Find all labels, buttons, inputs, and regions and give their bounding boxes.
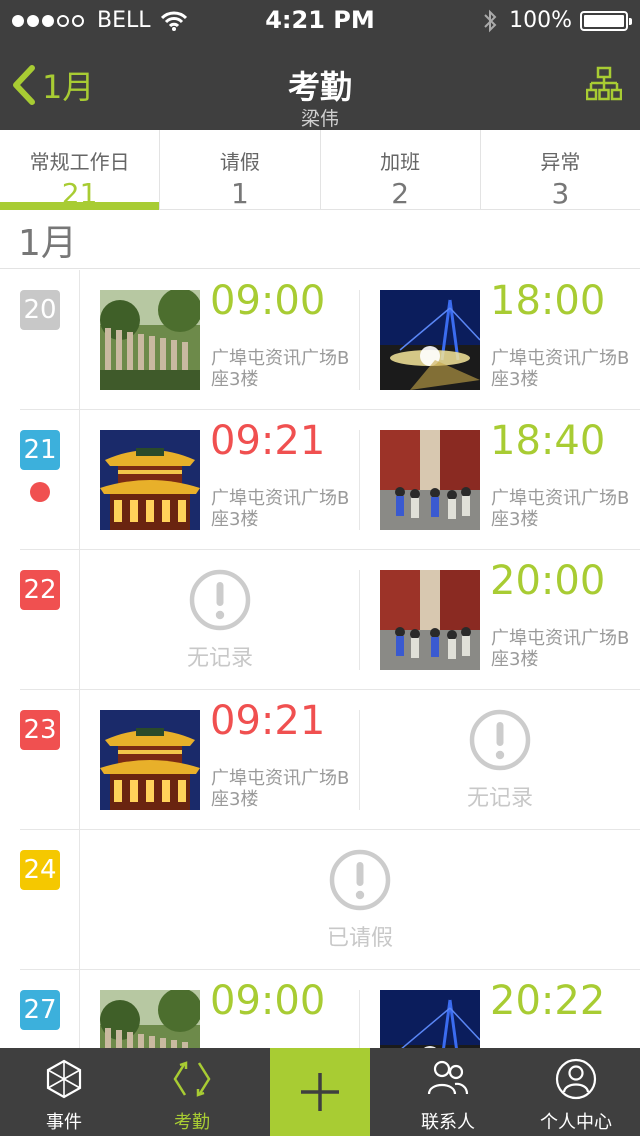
punch-photo[interactable] xyxy=(380,990,480,1048)
no-record-label: 无记录 xyxy=(186,646,253,671)
punch-photo[interactable] xyxy=(380,430,480,530)
punch-photo[interactable] xyxy=(100,290,200,390)
nav-bar: 1月 考勤 梁伟 xyxy=(0,40,640,130)
day-row[interactable]: 27 09:00 20:22 xyxy=(0,970,640,1048)
day-row[interactable]: 24 已请假 xyxy=(0,830,640,970)
summary-tabs: 常规工作日 21 请假 1 加班 2 异常 3 xyxy=(0,130,640,210)
punch-time: 09:00 xyxy=(210,978,326,1024)
battery-percent: 100% xyxy=(509,8,572,33)
no-record: 无记录 xyxy=(160,568,280,672)
tab-label: 事件 xyxy=(46,1112,82,1133)
tab-count: 21 xyxy=(61,177,98,210)
punch-time: 09:00 xyxy=(210,278,326,324)
attendance-list[interactable]: 20 09:00 广埠屯资讯广场B座3楼 18:00 广埠屯资讯广场B座3楼 21 09:2… xyxy=(0,270,640,1048)
org-chart-icon[interactable] xyxy=(586,66,622,102)
tab-bar: 事件 考勤 联系人 个人中心 xyxy=(0,1048,640,1136)
punch-time: 09:21 xyxy=(210,418,326,464)
clock-in-record[interactable]: 09:00 xyxy=(80,970,360,1048)
punch-location: 广埠屯资讯广场B座3楼 xyxy=(491,628,630,670)
punch-time: 09:21 xyxy=(210,698,326,744)
plus-icon xyxy=(301,1073,339,1111)
tab-abnormal[interactable]: 异常 3 xyxy=(481,130,640,210)
clock-out-record[interactable]: 无记录 xyxy=(360,690,640,830)
date-badge: 24 xyxy=(20,850,60,890)
date-badge: 23 xyxy=(20,710,60,750)
tab-count: 3 xyxy=(551,177,570,210)
tab-count: 1 xyxy=(230,177,249,210)
tab-overtime[interactable]: 加班 2 xyxy=(321,130,481,210)
tab-label: 异常 xyxy=(540,150,581,174)
clock-out-record[interactable]: 18:00 广埠屯资讯广场B座3楼 xyxy=(360,270,640,410)
punch-time: 18:00 xyxy=(490,278,606,324)
divider xyxy=(0,268,640,269)
date-badge: 21 xyxy=(20,430,60,470)
punch-location: 广埠屯资讯广场B座3楼 xyxy=(211,768,350,810)
tab-profile[interactable]: 个人中心 xyxy=(512,1048,640,1136)
leave-record: 已请假 xyxy=(80,848,640,952)
punch-location: 广埠屯资讯广场B座3楼 xyxy=(211,348,350,390)
date-badge: 20 xyxy=(20,290,60,330)
punch-photo[interactable] xyxy=(100,430,200,530)
punch-time: 18:40 xyxy=(490,418,606,464)
punch-photo[interactable] xyxy=(100,710,200,810)
alert-icon xyxy=(189,569,251,631)
tab-contacts[interactable]: 联系人 xyxy=(384,1048,512,1136)
status-bar: BELL 4:21 PM 100% xyxy=(0,0,640,40)
tab-events[interactable]: 事件 xyxy=(0,1048,128,1136)
alert-icon xyxy=(329,849,391,911)
clock-in-record[interactable]: 09:21 广埠屯资讯广场B座3楼 xyxy=(80,410,360,550)
punch-time: 20:00 xyxy=(490,558,606,604)
punch-location: 广埠屯资讯广场B座3楼 xyxy=(491,348,630,390)
punch-photo[interactable] xyxy=(380,570,480,670)
day-row[interactable]: 22 无记录 20:00 广埠屯资讯广场B座3楼 xyxy=(0,550,640,690)
sync-arrows-icon xyxy=(173,1061,211,1097)
tab-label: 个人中心 xyxy=(540,1112,612,1133)
abnormal-dot xyxy=(30,482,50,502)
battery-icon xyxy=(580,10,632,31)
punch-location: 广埠屯资讯广场B座3楼 xyxy=(211,488,350,530)
no-record-label: 无记录 xyxy=(466,786,533,811)
punch-location: 广埠屯资讯广场B座3楼 xyxy=(491,488,630,530)
tab-count: 2 xyxy=(391,177,410,210)
clock-in-record[interactable]: 09:00 广埠屯资讯广场B座3楼 xyxy=(80,270,360,410)
page-title: 考勤 xyxy=(287,68,352,106)
contacts-icon xyxy=(427,1060,469,1095)
tab-leave[interactable]: 请假 1 xyxy=(160,130,321,210)
profile-icon xyxy=(555,1058,597,1100)
cube-icon xyxy=(46,1059,82,1099)
bluetooth-icon xyxy=(484,9,497,32)
punch-photo[interactable] xyxy=(380,290,480,390)
tab-label: 请假 xyxy=(219,150,260,174)
punch-time: 20:22 xyxy=(490,978,606,1024)
date-badge: 27 xyxy=(20,990,60,1030)
date-badge: 22 xyxy=(20,570,60,610)
month-header: 1月 xyxy=(18,223,77,264)
clock-out-record[interactable]: 20:00 广埠屯资讯广场B座3楼 xyxy=(360,550,640,690)
tab-label: 考勤 xyxy=(174,1112,210,1133)
clock-in-record[interactable]: 无记录 xyxy=(80,550,360,690)
day-row[interactable]: 21 09:21 广埠屯资讯广场B座3楼 18:40 广埠屯资讯广场B座3楼 xyxy=(0,410,640,550)
tab-attendance[interactable]: 考勤 xyxy=(128,1048,256,1136)
leave-label: 已请假 xyxy=(326,926,393,951)
clock-out-record[interactable]: 18:40 广埠屯资讯广场B座3楼 xyxy=(360,410,640,550)
day-row[interactable]: 20 09:00 广埠屯资讯广场B座3楼 18:00 广埠屯资讯广场B座3楼 xyxy=(0,270,640,410)
clock-out-record[interactable]: 20:22 xyxy=(360,970,640,1048)
punch-photo[interactable] xyxy=(100,990,200,1048)
page-subtitle: 梁伟 xyxy=(300,108,339,130)
tab-regular-workdays[interactable]: 常规工作日 21 xyxy=(0,130,161,210)
tab-label: 联系人 xyxy=(421,1112,475,1133)
status-right: 100% xyxy=(483,8,632,33)
no-record: 无记录 xyxy=(440,708,560,812)
clock-in-record[interactable]: 09:21 广埠屯资讯广场B座3楼 xyxy=(80,690,360,830)
day-row[interactable]: 23 09:21 广埠屯资讯广场B座3楼 无记录 xyxy=(0,690,640,830)
add-button[interactable] xyxy=(270,1048,370,1136)
alert-icon xyxy=(469,709,531,771)
tab-label: 加班 xyxy=(380,150,421,174)
tab-label: 常规工作日 xyxy=(29,150,130,174)
